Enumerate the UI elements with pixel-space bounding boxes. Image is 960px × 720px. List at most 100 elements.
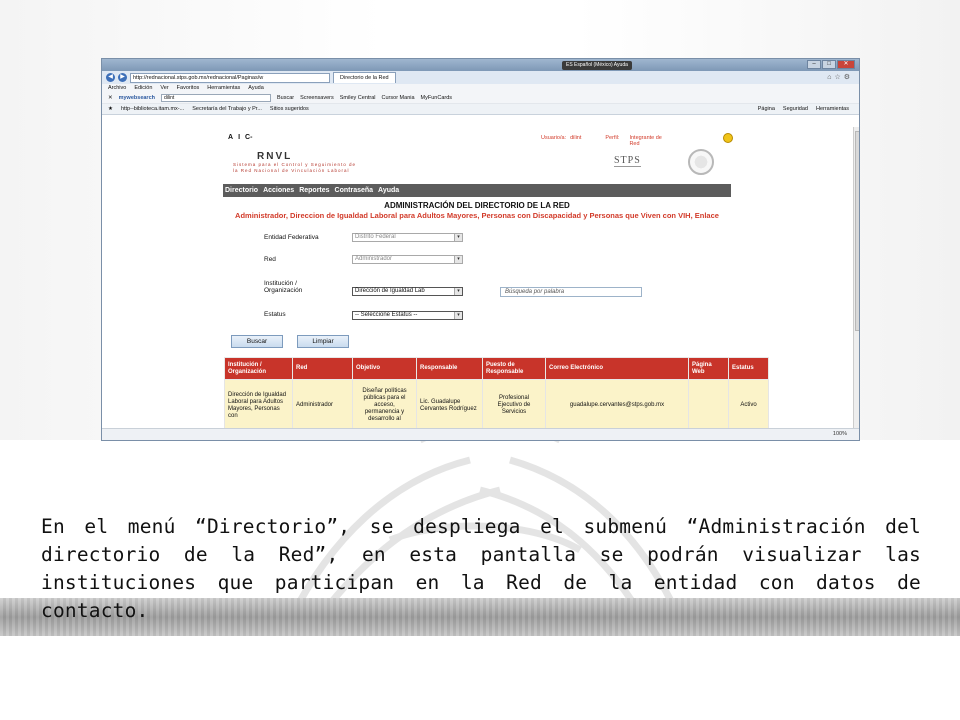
browser-status-bar: 100%	[102, 428, 859, 440]
page-title: ADMINISTRACIÓN DEL DIRECTORIO DE LA RED	[384, 201, 570, 210]
cell-institucion: Dirección de Igualdad Laboral para Adult…	[224, 379, 293, 430]
estatus-select[interactable]: -- Seleccione Estatus -- ▾	[352, 311, 463, 320]
tab-directorio[interactable]: Directorio de la Red	[333, 72, 396, 83]
toolbar-smiley-central[interactable]: Smiley Central	[340, 95, 376, 101]
cell-correo: guadalupe.cervantes@stps.gob.mx	[545, 379, 689, 430]
chevron-down-icon: ▾	[454, 256, 462, 263]
zoom-level[interactable]: 100%	[833, 431, 847, 437]
user-info: Usuario/a: dilint Perfil: Integrante de …	[541, 135, 669, 147]
close-icon[interactable]: ✕	[837, 60, 855, 69]
browser-menu-bar: Archivo Edición Ver Favoritos Herramient…	[102, 84, 859, 93]
red-label: Red	[264, 256, 276, 263]
col-pagina-web[interactable]: Página Web	[688, 357, 729, 380]
font-increase[interactable]: A	[228, 134, 233, 141]
language-indicator[interactable]: ES Español (México) Ayuda	[562, 61, 632, 70]
vertical-scrollbar[interactable]	[853, 127, 859, 430]
nav-ayuda[interactable]: Ayuda	[378, 184, 399, 197]
perfil-label: Perfil:	[605, 135, 620, 141]
toolbar-search-button[interactable]: Buscar	[277, 95, 294, 101]
back-icon[interactable]: ◀	[106, 73, 115, 82]
scrollbar-thumb[interactable]	[855, 131, 859, 331]
page-content: A I C- Usuario/a: dilint Perfil: Integra…	[102, 127, 859, 430]
keyword-search-input[interactable]: Búsqueda por palabra	[500, 287, 642, 297]
stps-logo: STPS	[614, 155, 641, 167]
home-star-gear-icons[interactable]: ⌂☆⚙	[827, 73, 853, 81]
buscar-button[interactable]: Buscar	[231, 335, 283, 348]
table-row[interactable]: Dirección de Igualdad Laboral para Adult…	[224, 379, 769, 430]
nav-acciones[interactable]: Acciones	[263, 184, 294, 197]
toolbar-screensavers[interactable]: Screensavers	[300, 95, 334, 101]
cell-objetivo: Diseñar políticas públicas para el acces…	[352, 379, 417, 430]
limpiar-button[interactable]: Limpiar	[297, 335, 349, 348]
entidad-label: Entidad Federativa	[264, 234, 319, 241]
entidad-value: Distrito Federal	[355, 234, 396, 240]
command-herramientas[interactable]: Herramientas	[816, 106, 849, 112]
smiley-icon[interactable]	[723, 133, 733, 143]
user-value: dilint	[570, 135, 582, 141]
font-decrease[interactable]: C-	[245, 134, 252, 141]
minimize-icon[interactable]: –	[807, 60, 821, 69]
favorite-item[interactable]: Secretaría del Trabajo y Pr...	[192, 106, 262, 112]
command-pagina[interactable]: Página	[758, 106, 775, 112]
red-value: Administrador	[355, 256, 393, 262]
app-nav-bar: Directorio Acciones Reportes Contraseña …	[223, 184, 731, 197]
table-header-row: Institución / Organización Red Objetivo …	[224, 357, 769, 380]
slide-caption: En el menú “Directorio”, se despliega el…	[41, 515, 921, 622]
close-toolbar-icon[interactable]: ✕	[108, 95, 113, 101]
cell-red: Administrador	[292, 379, 353, 430]
nav-reportes[interactable]: Reportes	[299, 184, 329, 197]
rnvl-logo-line2: la Red Nacional de Vinculación Laboral	[233, 168, 350, 173]
institucion-label: Institución / Organización	[264, 280, 303, 294]
nav-directorio[interactable]: Directorio	[225, 184, 258, 197]
menu-edicion[interactable]: Edición	[134, 84, 152, 93]
menu-ayuda[interactable]: Ayuda	[248, 84, 264, 93]
col-correo[interactable]: Correo Electrónico	[545, 357, 689, 380]
institucion-value: Dirección de Igualdad Lab	[355, 288, 425, 294]
menu-ver[interactable]: Ver	[160, 84, 168, 93]
col-institucion[interactable]: Institución / Organización	[224, 357, 293, 380]
browser-title-bar: ES Español (México) Ayuda – □ ✕	[102, 59, 859, 71]
forward-icon[interactable]: ▶	[118, 73, 127, 82]
command-seguridad[interactable]: Seguridad	[783, 106, 808, 112]
institucion-select[interactable]: Dirección de Igualdad Lab ▾	[352, 287, 463, 296]
entidad-select[interactable]: Distrito Federal ▾	[352, 233, 463, 242]
favorites-star-icon[interactable]: ★	[108, 106, 113, 112]
rnvl-logo: RNVL Sistema para el Control y Seguimien…	[233, 151, 393, 174]
font-normal[interactable]: I	[238, 134, 240, 141]
favorite-item[interactable]: Sitios sugeridos	[270, 106, 309, 112]
cell-puesto: Profesional Ejecutivo de Servicios	[482, 379, 546, 430]
browser-window: ES Español (México) Ayuda – □ ✕ ◀ ▶ http…	[101, 58, 860, 441]
col-responsable[interactable]: Responsable	[416, 357, 483, 380]
rnvl-logo-name: RNVL	[257, 151, 293, 162]
font-size-controls: A I C-	[228, 134, 252, 141]
chevron-down-icon: ▾	[454, 234, 462, 241]
favorites-bar: ★ http--biblioteca.itam.mx-... Secretarí…	[102, 104, 859, 115]
menu-favoritos[interactable]: Favoritos	[177, 84, 200, 93]
toolbar-search-input[interactable]: dilint	[161, 94, 271, 102]
red-select[interactable]: Administrador ▾	[352, 255, 463, 264]
col-objetivo[interactable]: Objetivo	[352, 357, 417, 380]
favorite-item[interactable]: http--biblioteca.itam.mx-...	[121, 106, 184, 112]
mexico-seal-icon	[688, 149, 714, 175]
address-input[interactable]: http://rednacional.stps.gob.mx/rednacion…	[130, 72, 330, 83]
menu-herramientas[interactable]: Herramientas	[207, 84, 240, 93]
col-puesto[interactable]: Puesto de Responsable	[482, 357, 546, 380]
cell-pagina-web	[688, 379, 729, 430]
toolbar-cursor-mania[interactable]: Cursor Mania	[382, 95, 415, 101]
user-label: Usuario/a:	[541, 135, 567, 141]
cell-responsable: Lic. Guadalupe Cervantes Rodríguez	[416, 379, 483, 430]
cell-estatus: Activo	[728, 379, 769, 430]
perfil-value: Integrante de Red	[629, 135, 662, 147]
chevron-down-icon: ▾	[454, 312, 462, 319]
search-toolbar: ✕ mywebsearch dilint Buscar Screensavers…	[102, 93, 859, 104]
page-subtitle: Administrador, Direccion de Igualdad Lab…	[235, 211, 719, 220]
nav-contrasena[interactable]: Contraseña	[335, 184, 374, 197]
toolbar-brand: mywebsearch	[118, 95, 155, 101]
maximize-icon[interactable]: □	[822, 60, 836, 69]
results-table: Institución / Organización Red Objetivo …	[224, 357, 769, 430]
col-red[interactable]: Red	[292, 357, 353, 380]
toolbar-myfuncards[interactable]: MyFunCards	[421, 95, 452, 101]
menu-archivo[interactable]: Archivo	[108, 84, 126, 93]
chevron-down-icon: ▾	[454, 288, 462, 295]
col-estatus[interactable]: Estatus	[728, 357, 769, 380]
